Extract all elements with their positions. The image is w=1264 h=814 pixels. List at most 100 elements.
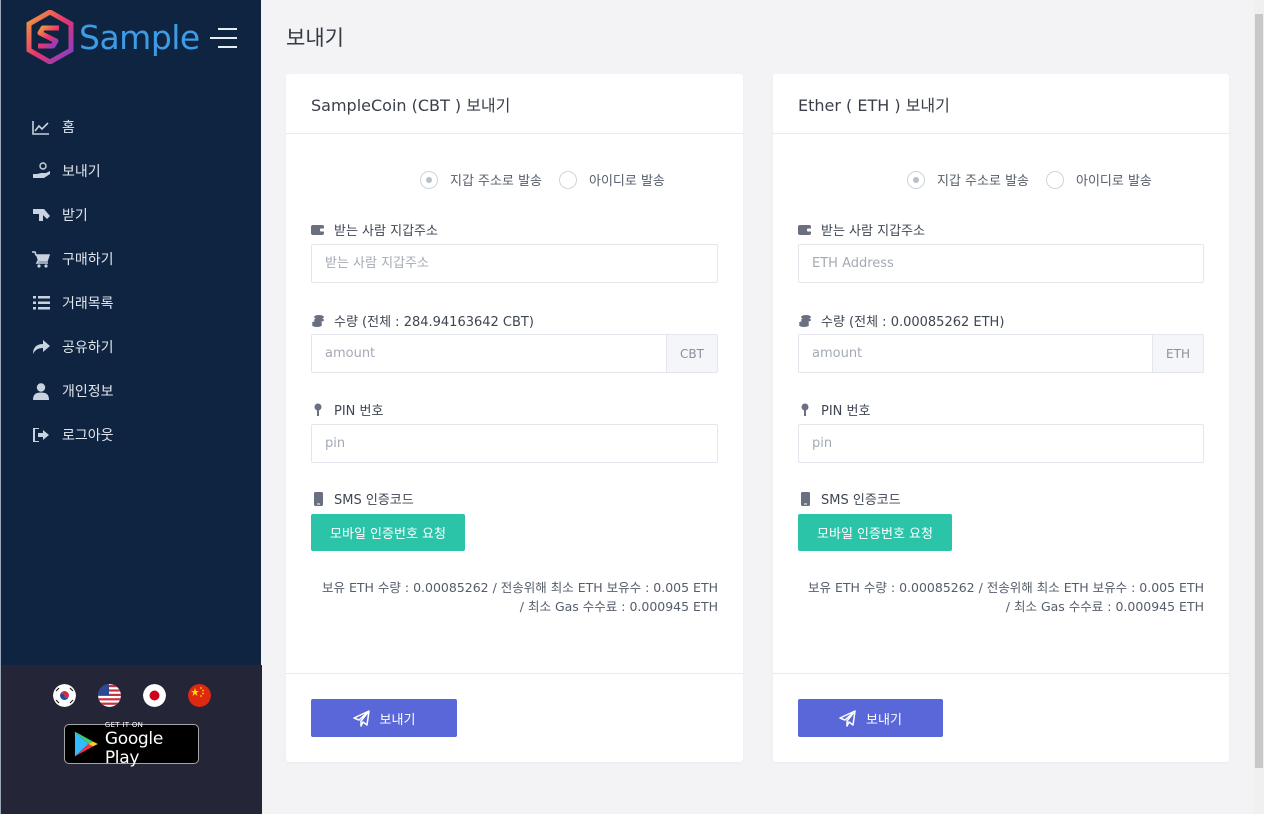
sidebar-item-home[interactable]: 홈 (1, 105, 262, 149)
radio-label: 지갑 주소로 발송 (937, 174, 1029, 189)
send-card-eth: Ether ( ETH ) 보내기 지갑 주소로 발송 아이디로 발송 받는 사… (773, 74, 1229, 762)
radio-wallet-address[interactable]: 지갑 주소로 발송 (907, 170, 1029, 189)
pin-icon (311, 403, 325, 417)
radio-label: 아이디로 발송 (1076, 174, 1152, 189)
menu-toggle-icon[interactable] (210, 28, 237, 48)
send-method-radios: 지갑 주소로 발송 아이디로 발송 (907, 170, 1169, 189)
balance-note: 보유 ETH 수량 : 0.00085262 / 전송위해 최소 ETH 보유수… (784, 578, 1204, 616)
sidebar-item-logout[interactable]: 로그아웃 (1, 413, 262, 457)
paper-plane-icon (352, 709, 370, 727)
pin-input[interactable] (311, 424, 718, 463)
card-title: SampleCoin (CBT ) 보내기 (286, 74, 743, 134)
send-method-radios: 지갑 주소로 발송 아이디로 발송 (420, 170, 682, 189)
balance-note: 보유 ETH 수량 : 0.00085262 / 전송위해 최소 ETH 보유수… (298, 578, 718, 616)
radio-wallet-address[interactable]: 지갑 주소로 발송 (420, 170, 542, 189)
sidebar-item-label: 받기 (62, 208, 88, 224)
radio-label: 아이디로 발송 (589, 174, 665, 189)
china-flag-icon[interactable] (188, 684, 211, 707)
share-icon (31, 337, 51, 357)
sidebar-item-label: 로그아웃 (62, 428, 114, 444)
address-label: 받는 사람 지갑주소 (311, 220, 438, 239)
coins-icon (311, 314, 325, 328)
sidebar-item-label: 거래목록 (62, 296, 114, 312)
amount-input-group: CBT (311, 334, 718, 373)
mobile-icon (798, 491, 812, 506)
amount-input-group: ETH (798, 334, 1204, 373)
balance-note-line2: / 최소 Gas 수수료 : 0.000945 ETH (1005, 599, 1204, 614)
brand-name: Sample (79, 17, 200, 57)
sidebar-item-receive[interactable]: 받기 (1, 193, 262, 237)
pin-label-text: PIN 번호 (821, 404, 871, 419)
send-button-label: 보내기 (866, 712, 902, 728)
sidebar-nav: 홈 보내기 받기 구매하기 거래목록 공유하기 개인정보 로그아웃 (1, 105, 262, 457)
radio-label: 지갑 주소로 발송 (450, 174, 542, 189)
amount-input[interactable] (311, 334, 667, 373)
logout-icon (31, 425, 51, 445)
sidebar-item-label: 공유하기 (62, 340, 114, 356)
sidebar-item-label: 홈 (62, 120, 75, 136)
sidebar-item-label: 구매하기 (62, 252, 114, 268)
amount-label: 수량 (전체 : 284.94163642 CBT) (311, 311, 534, 330)
amount-label-text: 수량 (전체 : 284.94163642 CBT) (334, 315, 534, 330)
balance-note-line2: / 최소 Gas 수수료 : 0.000945 ETH (519, 599, 718, 614)
sidebar: Sample 홈 보내기 받기 구매하기 거래목록 공유하기 개인정보 로그아웃… (0, 0, 262, 814)
japan-flag-icon[interactable] (143, 684, 166, 707)
sidebar-item-buy[interactable]: 구매하기 (1, 237, 262, 281)
user-icon (31, 381, 51, 401)
sidebar-item-share[interactable]: 공유하기 (1, 325, 262, 369)
amount-input[interactable] (798, 334, 1153, 373)
radio-checked-icon[interactable] (420, 170, 438, 189)
radio-user-id[interactable]: 아이디로 발송 (1046, 170, 1152, 189)
sms-request-button[interactable]: 모바일 인증번호 요청 (311, 514, 465, 551)
send-card-cbt: SampleCoin (CBT ) 보내기 지갑 주소로 발송 아이디로 발송 … (286, 74, 743, 762)
list-icon (31, 293, 51, 313)
address-label: 받는 사람 지갑주소 (798, 220, 925, 239)
sms-label-text: SMS 인증코드 (334, 493, 414, 508)
page-scrollbar[interactable] (1254, 0, 1264, 814)
sms-label: SMS 인증코드 (798, 489, 901, 508)
chart-line-icon (31, 117, 51, 137)
page-title: 보내기 (286, 26, 344, 50)
receive-icon (31, 205, 51, 225)
cart-icon (31, 249, 51, 269)
coins-icon (798, 314, 812, 328)
amount-label: 수량 (전체 : 0.00085262 ETH) (798, 311, 1004, 330)
sms-label-text: SMS 인증코드 (821, 493, 901, 508)
sidebar-item-send[interactable]: 보내기 (1, 149, 262, 193)
amount-unit: CBT (667, 334, 718, 373)
radio-checked-icon[interactable] (907, 170, 925, 189)
radio-user-id[interactable]: 아이디로 발송 (559, 170, 665, 189)
recipient-address-input[interactable] (798, 244, 1204, 283)
brand-logo[interactable]: Sample (26, 10, 200, 64)
card-divider (773, 673, 1229, 674)
pin-label-text: PIN 번호 (334, 404, 384, 419)
sidebar-item-transactions[interactable]: 거래목록 (1, 281, 262, 325)
sample-logo-icon (26, 10, 74, 64)
send-button[interactable]: 보내기 (798, 699, 943, 737)
pin-label: PIN 번호 (798, 400, 870, 419)
card-title: Ether ( ETH ) 보내기 (773, 74, 1229, 134)
send-button-label: 보내기 (379, 712, 416, 728)
google-play-badge[interactable]: GET IT ON Google Play (64, 721, 199, 767)
amount-label-text: 수량 (전체 : 0.00085262 ETH) (821, 315, 1005, 330)
send-button[interactable]: 보내기 (311, 699, 457, 737)
scrollbar-thumb[interactable] (1255, 14, 1263, 768)
radio-unchecked-icon[interactable] (559, 170, 577, 189)
pin-label: PIN 번호 (311, 400, 383, 419)
us-flag-icon[interactable] (98, 684, 121, 707)
sidebar-item-label: 보내기 (62, 164, 101, 180)
google-play-icon (74, 731, 98, 757)
sms-request-button[interactable]: 모바일 인증번호 요청 (798, 514, 952, 551)
radio-unchecked-icon[interactable] (1046, 170, 1064, 189)
address-label-text: 받는 사람 지갑주소 (821, 224, 925, 239)
sidebar-item-profile[interactable]: 개인정보 (1, 369, 262, 413)
korean-flag-icon[interactable] (53, 684, 76, 707)
recipient-address-input[interactable] (311, 244, 718, 283)
language-selector (53, 684, 211, 707)
card-divider (286, 673, 743, 674)
pin-input[interactable] (798, 424, 1204, 463)
balance-note-line1: 보유 ETH 수량 : 0.00085262 / 전송위해 최소 ETH 보유수… (322, 580, 718, 595)
address-label-text: 받는 사람 지갑주소 (334, 224, 438, 239)
sms-label: SMS 인증코드 (311, 489, 414, 508)
amount-unit: ETH (1153, 334, 1204, 373)
